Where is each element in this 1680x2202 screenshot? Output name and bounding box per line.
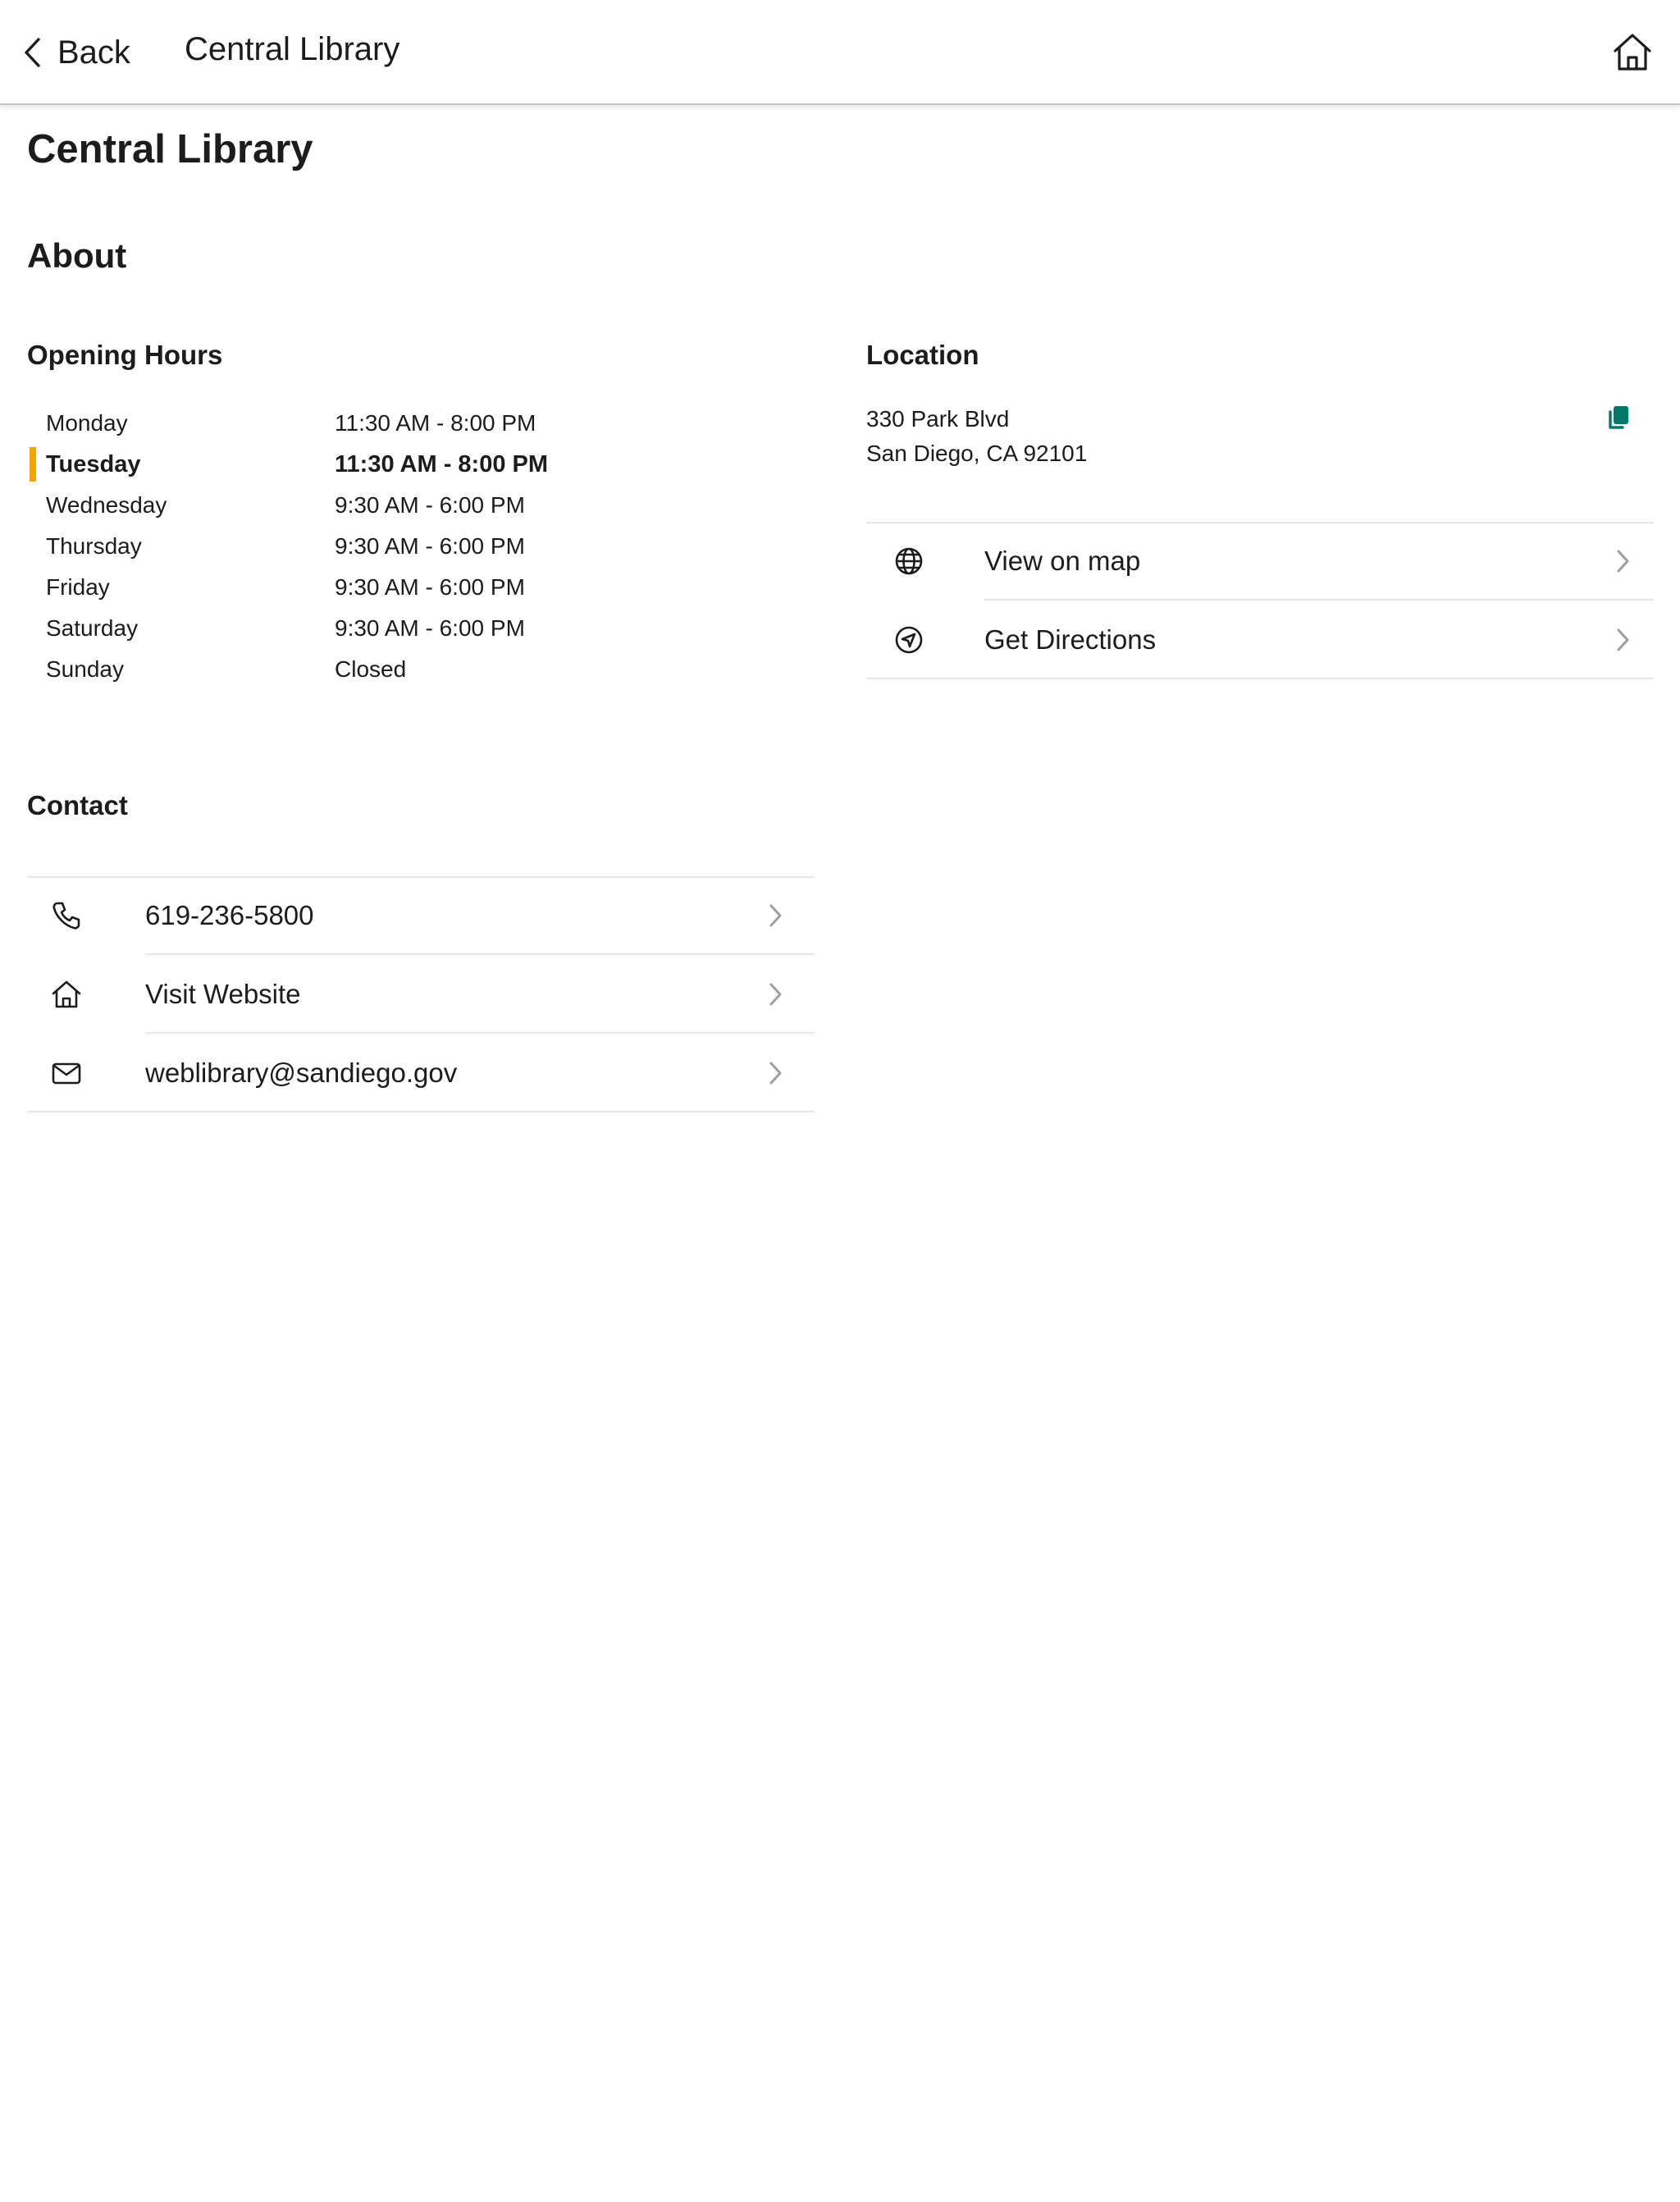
today-indicator bbox=[30, 447, 36, 482]
back-button[interactable]: Back bbox=[23, 26, 130, 79]
time-range: 9:30 AM - 6:00 PM bbox=[335, 615, 525, 641]
chevron-right-icon bbox=[1613, 546, 1632, 576]
time-range: 9:30 AM - 6:00 PM bbox=[335, 533, 525, 559]
contact-list: 619-236-5800 Visit Website weblibrary@sa… bbox=[27, 876, 815, 1112]
page-title: Central Library bbox=[27, 127, 313, 171]
about-heading: About bbox=[27, 236, 127, 275]
day-label: Friday bbox=[46, 574, 110, 600]
chevron-right-icon bbox=[765, 901, 785, 930]
navigation-icon bbox=[892, 624, 925, 656]
home-icon[interactable] bbox=[1611, 31, 1654, 74]
copy-icon[interactable] bbox=[1605, 404, 1632, 432]
phone-row[interactable]: 619-236-5800 bbox=[27, 876, 815, 955]
hours-row: Monday 11:30 AM - 8:00 PM bbox=[27, 400, 601, 441]
day-label: Thursday bbox=[46, 533, 142, 559]
time-range: 11:30 AM - 8:00 PM bbox=[335, 451, 549, 477]
navigation-bar: Back Central Library bbox=[0, 0, 1680, 105]
visit-website-label: Visit Website bbox=[145, 979, 301, 1009]
hours-row: Thursday 9:30 AM - 6:00 PM bbox=[27, 523, 601, 564]
email-address: weblibrary@sandiego.gov bbox=[145, 1058, 458, 1088]
day-label: Saturday bbox=[46, 615, 139, 641]
chevron-right-icon bbox=[765, 1058, 785, 1088]
time-range: 9:30 AM - 6:00 PM bbox=[335, 492, 525, 518]
phone-number: 619-236-5800 bbox=[145, 900, 314, 930]
website-row[interactable]: Visit Website bbox=[27, 955, 815, 1034]
view-on-map-row[interactable]: View on map bbox=[866, 522, 1654, 601]
view-on-map-label: View on map bbox=[984, 546, 1141, 576]
home-icon bbox=[50, 978, 83, 1011]
get-directions-row[interactable]: Get Directions bbox=[866, 601, 1654, 679]
divider bbox=[866, 678, 1654, 679]
nav-title: Central Library bbox=[185, 31, 400, 67]
get-directions-label: Get Directions bbox=[984, 624, 1157, 655]
opening-hours-heading: Opening Hours bbox=[27, 340, 223, 370]
chevron-left-icon bbox=[23, 37, 41, 68]
hours-row: Wednesday 9:30 AM - 6:00 PM bbox=[27, 482, 601, 523]
hours-row: Sunday Closed bbox=[27, 646, 601, 688]
hours-row: Saturday 9:30 AM - 6:00 PM bbox=[27, 605, 601, 646]
day-label: Tuesday bbox=[46, 451, 141, 477]
back-label: Back bbox=[57, 34, 130, 71]
globe-icon bbox=[892, 545, 925, 578]
time-range: Closed bbox=[335, 656, 407, 682]
address: 330 Park Blvd San Diego, CA 92101 bbox=[866, 402, 1087, 471]
email-row[interactable]: weblibrary@sandiego.gov bbox=[27, 1034, 815, 1112]
day-label: Wednesday bbox=[46, 492, 167, 518]
phone-icon bbox=[50, 899, 83, 932]
chevron-right-icon bbox=[765, 980, 785, 1009]
chevron-right-icon bbox=[1613, 625, 1632, 655]
location-list: View on map Get Directions bbox=[866, 522, 1654, 679]
mail-icon bbox=[50, 1057, 83, 1090]
time-range: 11:30 AM - 8:00 PM bbox=[335, 410, 536, 436]
time-range: 9:30 AM - 6:00 PM bbox=[335, 574, 525, 600]
day-label: Sunday bbox=[46, 656, 124, 682]
hours-row-today: Tuesday 11:30 AM - 8:00 PM bbox=[27, 441, 601, 482]
address-line-2: San Diego, CA 92101 bbox=[866, 441, 1088, 466]
contact-heading: Contact bbox=[27, 790, 128, 820]
opening-hours-table: Monday 11:30 AM - 8:00 PM Tuesday 11:30 AM… bbox=[27, 400, 601, 688]
divider bbox=[27, 1111, 815, 1112]
hours-row: Friday 9:30 AM - 6:00 PM bbox=[27, 564, 601, 605]
address-line-1: 330 Park Blvd bbox=[866, 406, 1010, 432]
location-heading: Location bbox=[866, 340, 979, 370]
day-label: Monday bbox=[46, 410, 128, 436]
